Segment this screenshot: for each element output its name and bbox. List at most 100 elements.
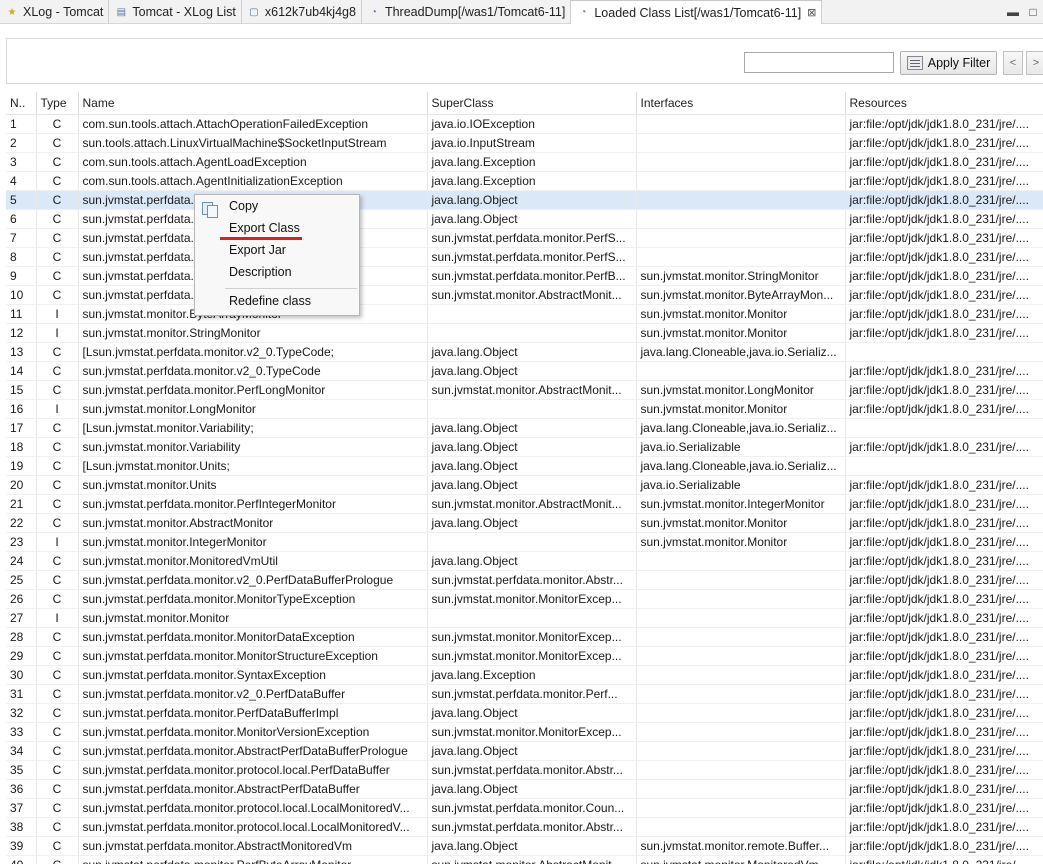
table-row[interactable]: 24 Csun.jvmstat.monitor.MonitoredVmUtil ja…	[6, 551, 1043, 571]
row-type: C	[36, 646, 79, 666]
row-number: 19	[6, 456, 37, 476]
tab-4[interactable]: ◔ Loaded Class List[/was1/Tomcat6-11] ⊠	[571, 0, 823, 24]
table-row[interactable]: 8 Csun.jvmstat.perfdata. itor sun.jvmstat.…	[6, 247, 1043, 267]
prev-page-button[interactable]: <	[1003, 51, 1023, 75]
table-row[interactable]: 31 Csun.jvmstat.perfdata.monitor.v2_0.Per…	[6, 684, 1043, 704]
filter-toolbar: Apply Filter < >	[6, 38, 1043, 84]
row-type: C	[36, 475, 79, 495]
row-interfaces: sun.jvmstat.monitor.MonitoredVm	[636, 855, 846, 864]
table-row[interactable]: 14 Csun.jvmstat.perfdata.monitor.v2_0.Typ…	[6, 361, 1043, 381]
row-type: I	[36, 608, 79, 628]
table-row[interactable]: 3 Ccom.sun.tools.attach.AgentLoadExceptio…	[6, 152, 1043, 172]
row-number: 17	[6, 418, 37, 438]
table-row[interactable]: 34 Csun.jvmstat.perfdata.monitor.Abstract…	[6, 741, 1043, 761]
row-number: 35	[6, 760, 37, 780]
row-interfaces	[636, 684, 846, 704]
close-icon[interactable]: ⊠	[807, 6, 816, 19]
table-row[interactable]: 10 Csun.jvmstat.perfdata. sun.jvmstat.moni…	[6, 285, 1043, 305]
table-row[interactable]: 2 Csun.tools.attach.LinuxVirtualMachine$S…	[6, 133, 1043, 153]
table-row[interactable]: 19 C [Lsun.jvmstat.monitor.Units; java.lang…	[6, 456, 1043, 476]
row-class-name: sun.jvmstat.monitor.LongMonitor	[78, 399, 428, 419]
row-type: C	[36, 152, 79, 172]
table-row[interactable]: 25 Csun.jvmstat.perfdata.monitor.v2_0.Per…	[6, 570, 1043, 590]
row-interfaces: java.io.Serializable	[636, 475, 846, 495]
table-row[interactable]: 5 Csun.jvmstat.perfdata. java.lang.Object j…	[6, 190, 1043, 210]
row-number: 37	[6, 798, 37, 818]
tab-3[interactable]: ◔ ThreadDump[/was1/Tomcat6-11]	[362, 0, 572, 24]
table-row[interactable]: 22 Csun.jvmstat.monitor.AbstractMonitor ja…	[6, 513, 1043, 533]
class-list-table-wrap: N.. Type Name SuperClass Interfaces Resources…	[6, 92, 1043, 864]
column-header[interactable]: N..	[6, 92, 37, 115]
table-row[interactable]: 23 Isun.jvmstat.monitor.IntegerMonitor sun…	[6, 532, 1043, 552]
menu-item-copy[interactable]: Copy	[229, 199, 258, 213]
table-row[interactable]: 11 Isun.jvmstat.monitor.ByteArrayMonitor s…	[6, 304, 1043, 324]
row-class-name: sun.jvmstat.perfdata.monitor.PerfDataBuf…	[78, 703, 428, 723]
row-interfaces	[636, 760, 846, 780]
row-superclass: sun.jvmstat.monitor.AbstractMonit...	[427, 855, 637, 864]
table-row[interactable]: 20 Csun.jvmstat.monitor.Units java.lang.Ob…	[6, 475, 1043, 495]
table-row[interactable]: 27 Isun.jvmstat.monitor.Monitor jar:file:/…	[6, 608, 1043, 628]
column-header[interactable]: Interfaces	[636, 92, 846, 115]
menu-item-export-jar[interactable]: Export Jar	[229, 243, 286, 257]
table-row[interactable]: 36 Csun.jvmstat.perfdata.monitor.Abstract…	[6, 779, 1043, 799]
apply-filter-button[interactable]: Apply Filter	[900, 51, 997, 75]
table-row[interactable]: 16 Isun.jvmstat.monitor.LongMonitor sun.jv…	[6, 399, 1043, 419]
column-header[interactable]: Name	[78, 92, 428, 115]
table-row[interactable]: 6 Csun.jvmstat.perfdata. java.lang.Object j…	[6, 209, 1043, 229]
table-row[interactable]: 32 Csun.jvmstat.perfdata.monitor.PerfData…	[6, 703, 1043, 723]
window-controls: ▬ □	[1003, 0, 1043, 24]
table-row[interactable]: 12 Isun.jvmstat.monitor.StringMonitor sun.…	[6, 323, 1043, 343]
menu-separator	[225, 288, 357, 289]
tab-label: ThreadDump[/was1/Tomcat6-11]	[384, 5, 566, 19]
filter-input[interactable]	[744, 52, 894, 73]
row-number: 14	[6, 361, 37, 381]
row-number: 8	[6, 247, 37, 267]
table-row[interactable]: 40Csun.jvmstat.perfdata.monitor.PerfByte…	[6, 855, 1043, 864]
row-class-name: sun.jvmstat.perfdata.monitor.AbstractPer…	[78, 779, 428, 799]
table-row[interactable]: 4 Ccom.sun.tools.attach.AgentInitializati…	[6, 171, 1043, 191]
table-row[interactable]: 30 Csun.jvmstat.perfdata.monitor.SyntaxEx…	[6, 665, 1043, 685]
table-row[interactable]: 35 Csun.jvmstat.perfdata.monitor.protocol…	[6, 760, 1043, 780]
row-interfaces	[636, 798, 846, 818]
row-interfaces	[636, 361, 846, 381]
row-class-name: sun.jvmstat.perfdata.monitor.v2_0.TypeCo…	[78, 361, 428, 381]
column-header[interactable]: Resources	[845, 92, 1043, 115]
table-row[interactable]: 17 C [Lsun.jvmstat.monitor.Variability; jav…	[6, 418, 1043, 438]
row-number: 36	[6, 779, 37, 799]
row-interfaces	[636, 627, 846, 647]
table-row[interactable]: 28 Csun.jvmstat.perfdata.monitor.MonitorD…	[6, 627, 1043, 647]
tab-label: Tomcat - XLog List	[132, 5, 236, 19]
table-row[interactable]: 39 Csun.jvmstat.perfdata.monitor.Abstract…	[6, 836, 1043, 856]
table-row[interactable]: 29 Csun.jvmstat.perfdata.monitor.MonitorS…	[6, 646, 1043, 666]
table-row[interactable]: 38 Csun.jvmstat.perfdata.monitor.protocol…	[6, 817, 1043, 837]
maximize-icon[interactable]: □	[1023, 2, 1043, 22]
row-superclass: java.lang.Object	[427, 836, 637, 856]
tab-1[interactable]: ▤ Tomcat - XLog List	[109, 0, 242, 24]
table-row[interactable]: 18 Csun.jvmstat.monitor.Variability java.l…	[6, 437, 1043, 457]
menu-item-description[interactable]: Description	[229, 265, 292, 279]
table-row[interactable]: 1 Ccom.sun.tools.attach.AttachOperationFa…	[6, 114, 1043, 134]
row-interfaces: java.lang.Cloneable,java.io.Serializ...	[636, 342, 846, 362]
table-row[interactable]: 15 Csun.jvmstat.perfdata.monitor.PerfLong…	[6, 380, 1043, 400]
row-type: I	[36, 323, 79, 343]
minimize-icon[interactable]: ▬	[1003, 2, 1023, 22]
table-row[interactable]: 33 Csun.jvmstat.perfdata.monitor.MonitorV…	[6, 722, 1043, 742]
menu-item-redefine-class[interactable]: Redefine class	[229, 294, 311, 308]
column-header[interactable]: SuperClass	[427, 92, 637, 115]
row-type: C	[36, 437, 79, 457]
tab-2[interactable]: ▢ x612k7ub4kj4g8	[242, 0, 362, 24]
row-resources: jar:file:/opt/jdk/jdk1.8.0_231/jre/....	[845, 646, 1043, 666]
row-superclass: java.io.IOException	[427, 114, 637, 134]
tab-0[interactable]: ★ XLog - Tomcat	[0, 0, 110, 24]
table-row[interactable]: 21 Csun.jvmstat.perfdata.monitor.PerfInte…	[6, 494, 1043, 514]
table-row[interactable]: 9 Csun.jvmstat.perfdata. sun.jvmstat.perfd…	[6, 266, 1043, 286]
next-page-button[interactable]: >	[1026, 51, 1043, 75]
menu-item-export-class[interactable]: Export Class	[229, 221, 300, 235]
row-superclass: java.lang.Object	[427, 779, 637, 799]
column-header[interactable]: Type	[36, 92, 79, 115]
table-row[interactable]: 7 Csun.jvmstat.perfdata. itor sun.jvmstat.…	[6, 228, 1043, 248]
thread-icon: ◔	[370, 6, 377, 18]
table-row[interactable]: 37 Csun.jvmstat.perfdata.monitor.protocol…	[6, 798, 1043, 818]
table-row[interactable]: 13 C [Lsun.jvmstat.perfdata.monitor.v2_0.T…	[6, 342, 1043, 362]
table-row[interactable]: 26 Csun.jvmstat.perfdata.monitor.MonitorT…	[6, 589, 1043, 609]
